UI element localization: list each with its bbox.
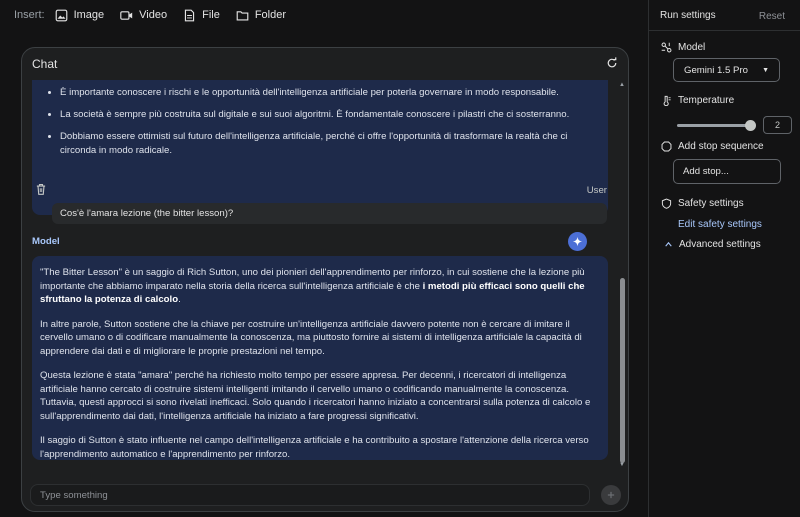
insert-folder-label: Folder <box>254 9 287 21</box>
file-icon <box>184 9 195 21</box>
list-item: Dobbiamo essere ottimisti sul futuro del… <box>60 130 594 158</box>
model-icon <box>661 42 672 53</box>
folder-icon <box>236 10 249 21</box>
model-paragraph: In altre parole, Sutton sostiene che la … <box>40 318 582 357</box>
insert-file-label: File <box>202 9 220 21</box>
add-icon <box>607 491 615 499</box>
stop-sequence-input[interactable]: Add stop... <box>673 159 781 184</box>
edit-safety-settings-link[interactable]: Edit safety settings <box>678 219 762 230</box>
scrollbar-thumb[interactable] <box>620 278 625 463</box>
image-icon <box>55 9 67 21</box>
insert-image-label: Image <box>73 9 105 21</box>
insert-video-button[interactable]: Video <box>120 9 167 22</box>
model-select-value: Gemini 1.5 Pro <box>684 64 748 76</box>
model-message: "The Bitter Lesson" è un saggio di Rich … <box>32 256 608 460</box>
advanced-settings-toggle[interactable]: Advanced settings <box>664 239 761 250</box>
chat-panel: Chat È importante conoscere i rischi e l… <box>21 47 629 512</box>
previous-model-message: È importante conoscere i rischi e le opp… <box>32 80 608 215</box>
refresh-icon[interactable] <box>606 57 618 69</box>
chevron-down-icon: ▼ <box>762 66 769 74</box>
shield-icon <box>661 198 672 209</box>
divider <box>649 30 800 31</box>
user-role-label: User <box>586 185 607 196</box>
temperature-label: Temperature <box>678 95 735 106</box>
video-icon <box>120 10 133 20</box>
model-paragraph: "The Bitter Lesson" è un saggio di Rich … <box>40 267 585 305</box>
stop-sequence-label: Add stop sequence <box>678 141 764 152</box>
advanced-settings-label: Advanced settings <box>679 239 761 250</box>
stop-sequence-section-header: Add stop sequence <box>661 141 764 152</box>
run-settings-panel: Run settings Reset Model Gemini 1.5 Pro … <box>648 0 800 517</box>
chevron-up-icon <box>665 241 672 247</box>
run-settings-title: Run settings <box>660 10 716 21</box>
send-button[interactable] <box>601 485 621 505</box>
safety-settings-label: Safety settings <box>678 198 744 209</box>
sparkle-icon <box>568 232 587 251</box>
insert-video-label: Video <box>139 9 168 21</box>
insert-image-button[interactable]: Image <box>55 9 105 22</box>
scroll-down-arrow[interactable]: ▼ <box>619 462 625 468</box>
temperature-slider-thumb[interactable] <box>745 120 756 131</box>
model-section-label: Model <box>678 42 706 53</box>
temperature-slider-track[interactable] <box>677 124 750 127</box>
user-message: Cos'è l'amara lezione (the bitter lesson… <box>52 203 607 224</box>
scroll-up-arrow[interactable]: ▲ <box>619 82 625 88</box>
model-select[interactable]: Gemini 1.5 Pro ▼ <box>673 58 780 82</box>
insert-file-button[interactable]: File <box>183 9 220 22</box>
chat-title: Chat <box>32 57 58 71</box>
insert-bar: Insert: Image Video File Folder <box>0 0 648 30</box>
thermometer-icon <box>663 95 671 106</box>
list-item: La società è sempre più costruita sul di… <box>60 108 594 122</box>
octagon-icon <box>661 141 672 152</box>
bullet-list: È importante conoscere i rischi e le opp… <box>60 86 594 158</box>
model-paragraph: Il saggio di Sutton è stato influente ne… <box>40 435 589 460</box>
model-section-header: Model <box>661 42 705 53</box>
insert-folder-button[interactable]: Folder <box>236 9 286 22</box>
delete-icon[interactable] <box>35 183 47 195</box>
temperature-value-input[interactable]: 2 <box>763 116 792 134</box>
temperature-section-header: Temperature <box>661 95 734 106</box>
model-role-label: Model <box>32 236 60 247</box>
chat-input[interactable] <box>30 484 590 506</box>
insert-label: Insert: <box>14 9 45 21</box>
reset-button[interactable]: Reset <box>759 11 785 22</box>
safety-section-header: Safety settings <box>661 198 744 209</box>
list-item: È importante conoscere i rischi e le opp… <box>60 86 594 100</box>
model-paragraph: Questa lezione è stata "amara" perché ha… <box>40 370 591 422</box>
